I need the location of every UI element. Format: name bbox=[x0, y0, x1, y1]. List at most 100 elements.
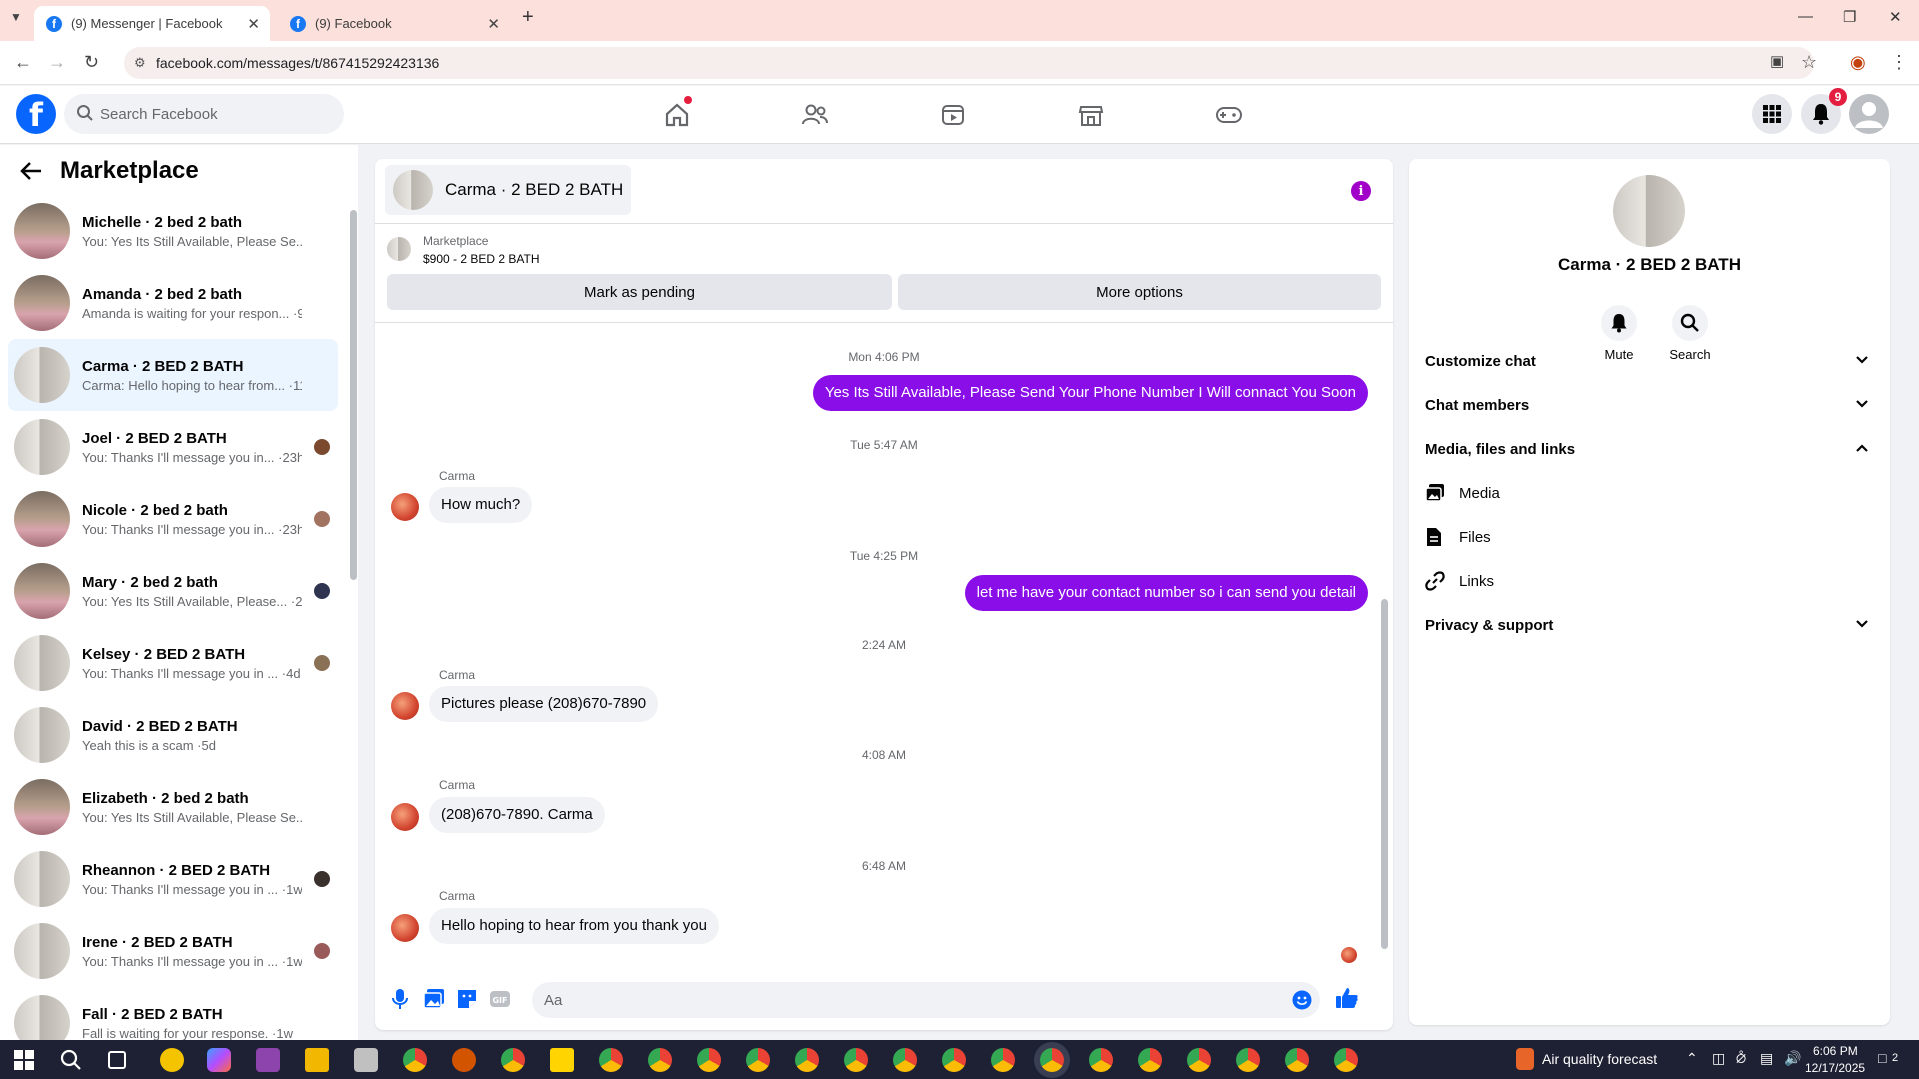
conversation-item[interactable]: Fall · 2 BED 2 BATH Fall is waiting for y… bbox=[8, 987, 338, 1040]
volume-icon[interactable]: 🔊 bbox=[1784, 1050, 1801, 1067]
chrome-icon[interactable] bbox=[893, 1048, 917, 1072]
chrome-icon[interactable] bbox=[1138, 1048, 1162, 1072]
reload-icon[interactable]: ↻ bbox=[84, 52, 99, 73]
customize-chat-row[interactable]: Customize chat bbox=[1425, 339, 1875, 383]
forward-icon[interactable]: → bbox=[48, 52, 66, 73]
app-icon[interactable] bbox=[160, 1048, 184, 1072]
profile-icon[interactable]: ◉ bbox=[1850, 52, 1866, 73]
photo-icon[interactable] bbox=[423, 988, 445, 1010]
conversation-item[interactable]: Amanda · 2 bed 2 bath Amanda is waiting f… bbox=[8, 267, 338, 339]
task-view-icon[interactable] bbox=[108, 1051, 126, 1069]
chrome-icon[interactable] bbox=[1285, 1048, 1309, 1072]
back-icon[interactable]: ← bbox=[14, 52, 32, 73]
conversation-item[interactable]: Rheannon · 2 BED 2 BATH You: Thanks I'll … bbox=[8, 843, 338, 915]
conversation-item-active[interactable]: Carma · 2 BED 2 BATH Carma: Hello hoping … bbox=[8, 339, 338, 411]
back-arrow-icon[interactable] bbox=[20, 161, 42, 181]
links-item[interactable]: Links bbox=[1425, 559, 1875, 603]
home-icon[interactable] bbox=[660, 96, 694, 132]
carma-avatar[interactable] bbox=[391, 914, 419, 942]
tray-app-icon[interactable]: ◫ bbox=[1712, 1050, 1725, 1067]
more-options-button[interactable]: More options bbox=[898, 274, 1381, 310]
close-tab-icon[interactable]: ✕ bbox=[247, 15, 260, 33]
sidebar-scrollbar[interactable] bbox=[350, 210, 357, 580]
network-off-icon[interactable]: ⦲ bbox=[1736, 1050, 1746, 1067]
conversation-item[interactable]: Nicole · 2 bed 2 bath You: Thanks I'll me… bbox=[8, 483, 338, 555]
search-input[interactable]: Search Facebook bbox=[64, 94, 344, 134]
network-icon[interactable]: ▤ bbox=[1760, 1050, 1773, 1067]
chrome-icon[interactable] bbox=[403, 1048, 427, 1072]
new-tab-icon[interactable]: + bbox=[522, 6, 534, 29]
chrome-icon[interactable] bbox=[942, 1048, 966, 1072]
conversation-item[interactable]: Kelsey · 2 BED 2 BATH You: Thanks I'll me… bbox=[8, 627, 338, 699]
video-icon[interactable] bbox=[936, 98, 970, 132]
chrome-icon[interactable] bbox=[501, 1048, 525, 1072]
chrome-icon[interactable] bbox=[599, 1048, 623, 1072]
mark-as-pending-button[interactable]: Mark as pending bbox=[387, 274, 892, 310]
sticky-notes-icon[interactable] bbox=[550, 1048, 574, 1072]
install-icon[interactable]: ▣ bbox=[1770, 52, 1784, 70]
gif-icon[interactable]: GIF bbox=[489, 988, 511, 1010]
conversation-item[interactable]: Michelle · 2 bed 2 bath You: Yes Its Stil… bbox=[8, 195, 338, 267]
message-incoming[interactable]: Pictures please (208)670-7890 bbox=[429, 686, 659, 722]
message-input[interactable]: Aa bbox=[532, 982, 1320, 1018]
chat-members-row[interactable]: Chat members bbox=[1425, 383, 1875, 427]
message-incoming[interactable]: How much? bbox=[429, 487, 533, 523]
message-incoming[interactable]: (208)670-7890. Carma bbox=[429, 797, 605, 833]
chrome-icon[interactable] bbox=[697, 1048, 721, 1072]
message-outgoing[interactable]: Yes Its Still Available, Please Send You… bbox=[812, 375, 1368, 411]
media-item[interactable]: Media bbox=[1425, 471, 1875, 515]
profile-picture[interactable] bbox=[1613, 175, 1685, 247]
taskbar-search-icon[interactable] bbox=[60, 1049, 82, 1071]
info-icon[interactable]: i bbox=[1351, 181, 1371, 201]
chrome-icon[interactable] bbox=[1089, 1048, 1113, 1072]
bookmark-star-icon[interactable]: ☆ bbox=[1801, 52, 1817, 73]
facebook-logo-icon[interactable]: f bbox=[16, 94, 56, 134]
menu-icon[interactable]: ⋮ bbox=[1890, 52, 1908, 73]
menu-grid-icon[interactable] bbox=[1752, 94, 1792, 134]
minimize-icon[interactable]: — bbox=[1798, 8, 1813, 25]
media-files-links-row[interactable]: Media, files and links bbox=[1425, 427, 1875, 471]
chrome-icon[interactable] bbox=[648, 1048, 672, 1072]
weather-text[interactable]: Air quality forecast bbox=[1542, 1051, 1657, 1067]
chrome-icon[interactable] bbox=[991, 1048, 1015, 1072]
notifications-button[interactable]: 9 bbox=[1801, 88, 1847, 134]
friends-icon[interactable] bbox=[798, 98, 832, 132]
app-icon[interactable] bbox=[256, 1048, 280, 1072]
files-item[interactable]: Files bbox=[1425, 515, 1875, 559]
marketplace-icon[interactable] bbox=[1074, 98, 1108, 132]
carma-avatar[interactable] bbox=[391, 803, 419, 831]
restore-icon[interactable]: ❐ bbox=[1843, 8, 1856, 26]
url-field[interactable]: ⚙ facebook.com/messages/t/86741529242313… bbox=[124, 47, 1814, 79]
site-info-icon[interactable]: ⚙ bbox=[134, 55, 146, 71]
chrome-icon[interactable] bbox=[1334, 1048, 1358, 1072]
close-window-icon[interactable]: ✕ bbox=[1889, 8, 1902, 26]
conversation-item[interactable]: David · 2 BED 2 BATH Yeah this is a scam … bbox=[8, 699, 338, 771]
windows-start-icon[interactable] bbox=[14, 1050, 34, 1070]
gaming-icon[interactable] bbox=[1212, 98, 1246, 132]
tab-search-icon[interactable]: ▼ bbox=[10, 10, 22, 24]
conversation-item[interactable]: Elizabeth · 2 bed 2 bath You: Yes Its Sti… bbox=[8, 771, 338, 843]
message-incoming[interactable]: Hello hoping to hear from you thank you bbox=[429, 908, 719, 944]
chrome-icon[interactable] bbox=[795, 1048, 819, 1072]
privacy-support-row[interactable]: Privacy & support bbox=[1425, 603, 1875, 647]
message-outgoing[interactable]: let me have your contact number so i can… bbox=[964, 575, 1368, 611]
conversation-item[interactable]: Mary · 2 bed 2 bath You: Yes Its Still Av… bbox=[8, 555, 338, 627]
copilot-icon[interactable] bbox=[207, 1048, 231, 1072]
microphone-icon[interactable] bbox=[391, 988, 409, 1010]
conversation-item[interactable]: Joel · 2 BED 2 BATH You: Thanks I'll mess… bbox=[8, 411, 338, 483]
clock-time[interactable]: 6:06 PM bbox=[1813, 1044, 1858, 1058]
tray-chevron-icon[interactable]: ⌃ bbox=[1686, 1050, 1698, 1067]
conversation-item[interactable]: Irene · 2 BED 2 BATH You: Thanks I'll mes… bbox=[8, 915, 338, 987]
sticker-icon[interactable] bbox=[456, 988, 478, 1010]
clock-date[interactable]: 12/17/2025 bbox=[1805, 1061, 1865, 1075]
chrome-icon[interactable] bbox=[1187, 1048, 1211, 1072]
like-thumb-icon[interactable] bbox=[1335, 986, 1359, 1010]
carma-avatar[interactable] bbox=[391, 493, 419, 521]
tab-facebook[interactable]: f (9) Facebook ✕ bbox=[278, 6, 510, 41]
chat-scrollbar[interactable] bbox=[1381, 599, 1388, 949]
emoji-icon[interactable] bbox=[1292, 990, 1312, 1010]
account-avatar[interactable] bbox=[1849, 94, 1889, 134]
app-icon[interactable] bbox=[452, 1048, 476, 1072]
close-tab-icon[interactable]: ✕ bbox=[487, 15, 500, 33]
carma-avatar[interactable] bbox=[391, 692, 419, 720]
